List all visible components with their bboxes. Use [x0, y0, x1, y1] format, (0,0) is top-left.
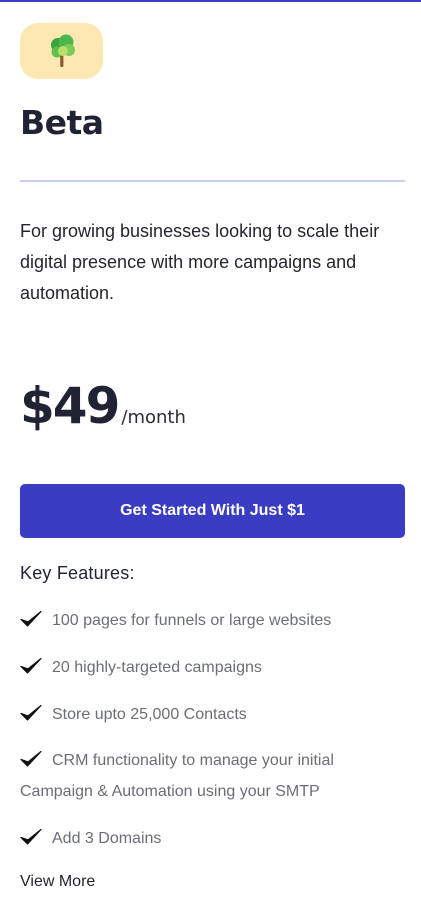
checkmark-icon	[20, 610, 42, 627]
tree-icon	[50, 34, 75, 67]
feature-text: 20 highly-targeted campaigns	[52, 659, 262, 676]
price-row: $49 /month	[20, 373, 186, 439]
divider	[20, 180, 405, 182]
feature-text: Add 3 Domains	[52, 830, 162, 847]
feature-text: 100 pages for funnels or large websites	[52, 612, 332, 629]
feature-text: Store upto 25,000 Contacts	[52, 706, 247, 723]
view-more-link[interactable]: View More	[20, 870, 95, 894]
key-features-heading: Key Features:	[20, 563, 135, 583]
checkmark-icon	[20, 750, 42, 767]
feature-item: 20 highly-targeted campaigns	[20, 652, 405, 683]
pricing-plan-card: Beta For growing businesses looking to s…	[0, 0, 421, 911]
checkmark-icon	[20, 828, 42, 845]
feature-text: CRM functionality to manage your initial…	[20, 752, 334, 800]
feature-item: Add 3 Domains	[20, 823, 405, 854]
plan-name: Beta	[20, 103, 104, 142]
price-amount: $49	[20, 377, 120, 435]
plan-description: For growing businesses looking to scale …	[20, 221, 380, 303]
checkmark-icon	[20, 657, 42, 674]
feature-item: CRM functionality to manage your initial…	[20, 745, 405, 807]
get-started-button[interactable]: Get Started With Just $1	[20, 484, 405, 538]
feature-item: Store upto 25,000 Contacts	[20, 699, 405, 730]
plan-icon-badge	[20, 23, 103, 79]
feature-item: 100 pages for funnels or large websites	[20, 605, 405, 636]
price-period: /month	[121, 407, 186, 428]
checkmark-icon	[20, 704, 42, 721]
